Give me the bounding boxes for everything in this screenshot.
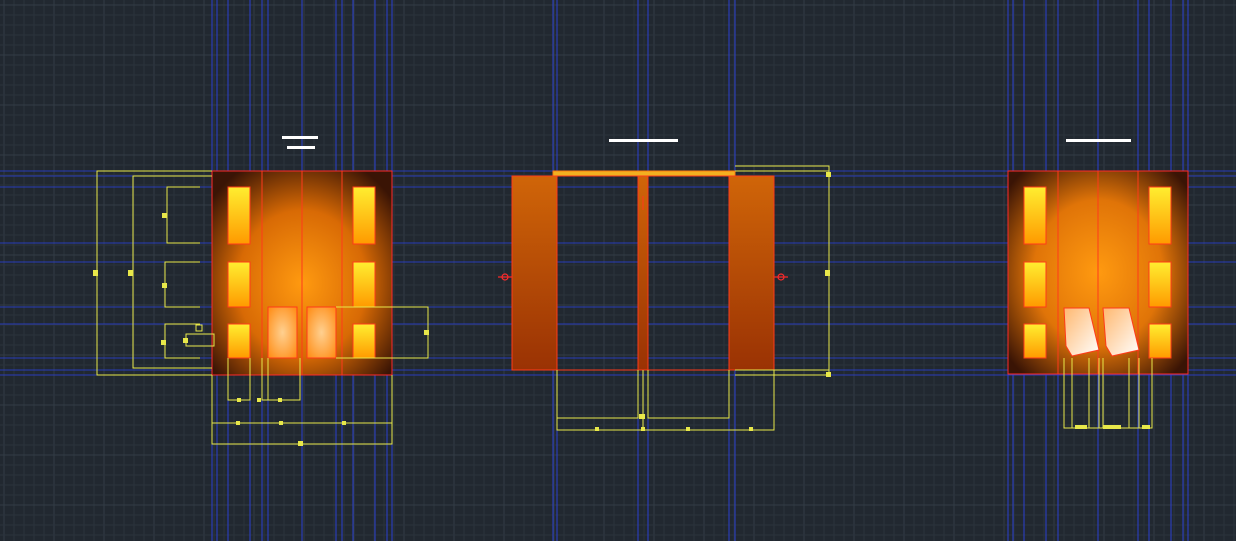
left-elevation[interactable] xyxy=(93,136,429,446)
left-title-bar xyxy=(282,136,318,149)
right-title-bar xyxy=(1066,139,1131,142)
cad-viewport[interactable] xyxy=(0,0,1236,541)
center-right-leaf xyxy=(728,175,775,371)
center-left-leaf xyxy=(511,175,558,371)
center-dimension-ticks xyxy=(595,172,831,431)
center-dimensions xyxy=(556,165,830,431)
center-title-bar xyxy=(609,139,678,142)
center-top-rail xyxy=(552,170,736,177)
